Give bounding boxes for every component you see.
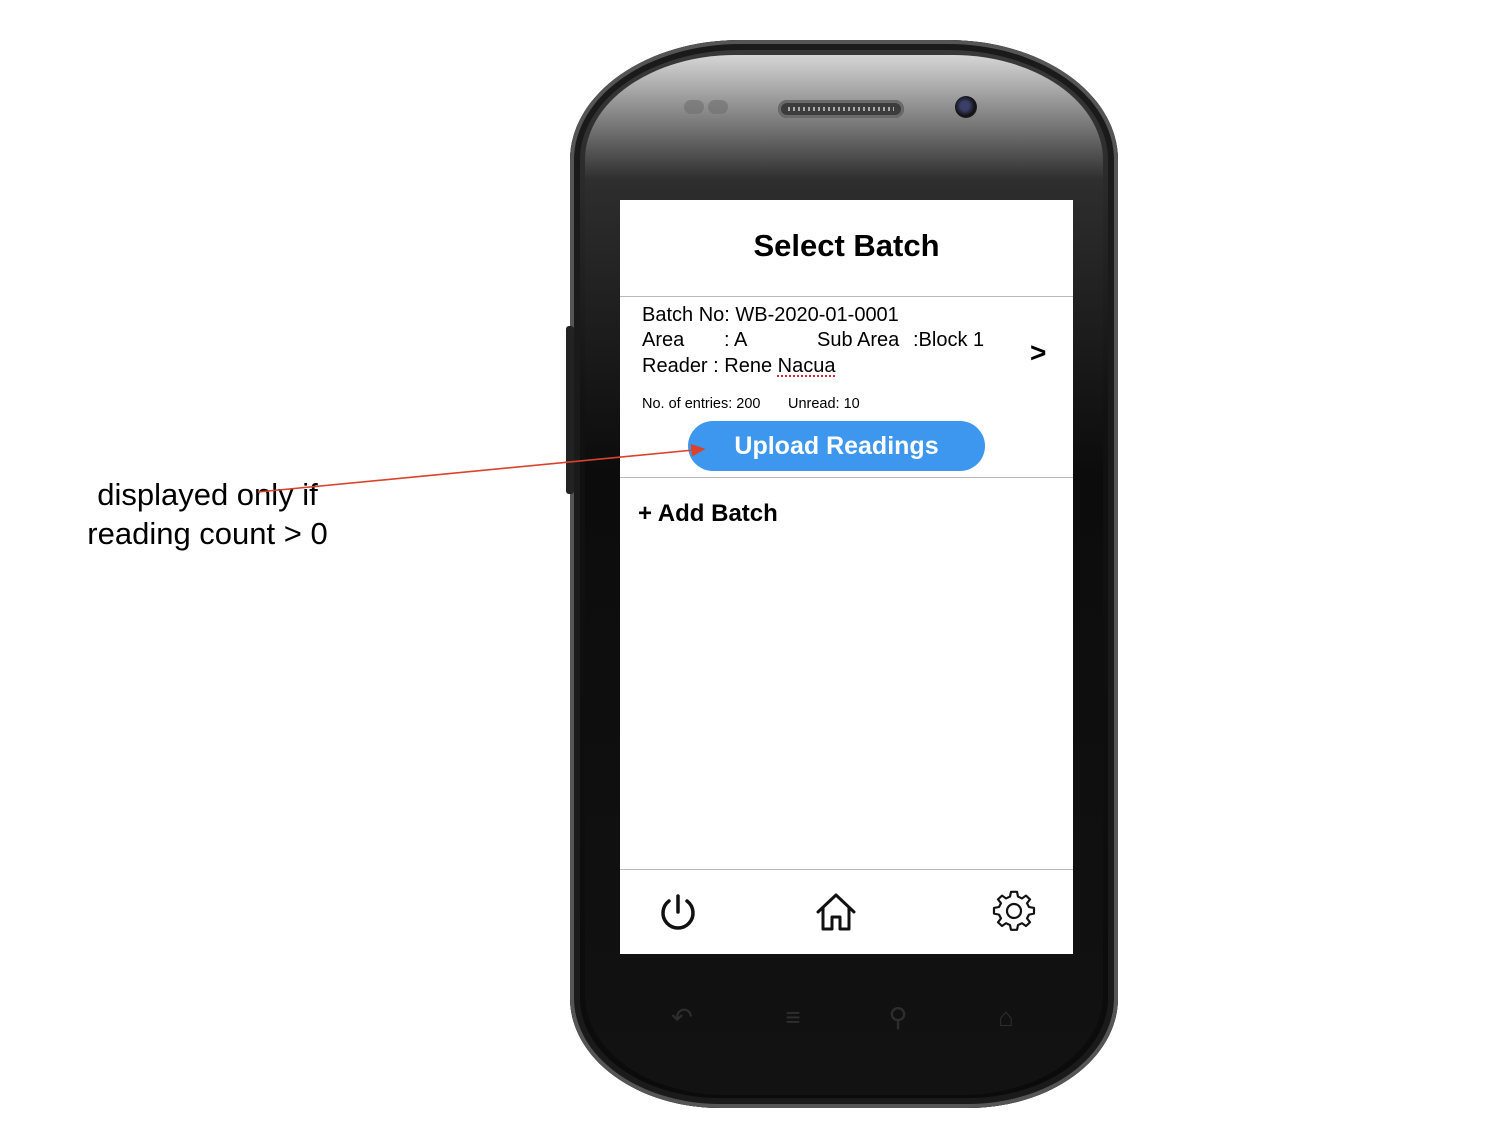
annotation-line-1: displayed only if	[97, 477, 318, 512]
page-title: Select Batch	[753, 228, 940, 263]
power-icon[interactable]	[656, 890, 700, 934]
add-batch-button[interactable]: + Add Batch	[638, 500, 778, 528]
open-batch-chevron-icon[interactable]: >	[1030, 337, 1046, 369]
home-key-icon[interactable]: ⌂	[986, 1002, 1026, 1033]
gear-icon[interactable]	[992, 890, 1036, 934]
reader-label: Reader :	[642, 355, 725, 377]
area-value: : A	[724, 329, 748, 351]
search-key-icon[interactable]: ⚲	[878, 1002, 918, 1033]
bottom-nav	[620, 869, 1073, 954]
home-icon[interactable]	[814, 890, 858, 934]
entries-count: No. of entries: 200	[642, 396, 761, 412]
earpiece-speaker	[778, 100, 904, 118]
front-camera	[955, 96, 977, 118]
batch-number: Batch No: WB-2020-01-0001	[642, 304, 899, 326]
sub-area-label: Sub Area	[817, 329, 900, 351]
reader-first-name: Rene	[724, 355, 778, 377]
app-screen: Select Batch Batch No: WB-2020-01-0001 A…	[620, 200, 1073, 954]
annotation-note: displayed only if reading count > 0	[60, 475, 355, 553]
reader-row: Reader : Rene Nacua	[642, 355, 835, 378]
light-sensor	[708, 100, 728, 114]
side-key	[566, 326, 574, 494]
upload-readings-button[interactable]: Upload Readings	[688, 421, 985, 471]
proximity-sensor	[684, 100, 704, 114]
area-label: Area	[642, 329, 685, 351]
reader-last-name: Nacua	[777, 355, 836, 377]
menu-key-icon[interactable]: ≡	[773, 1002, 813, 1033]
annotation-line-2: reading count > 0	[87, 516, 328, 551]
app-header: Select Batch	[620, 200, 1073, 297]
unread-count: Unread: 10	[788, 396, 860, 412]
batch-list-item[interactable]: Batch No: WB-2020-01-0001 Area : A Sub A…	[620, 297, 1073, 478]
sub-area-value: :Block 1	[913, 329, 985, 351]
back-key-icon[interactable]: ↶	[662, 1002, 702, 1033]
